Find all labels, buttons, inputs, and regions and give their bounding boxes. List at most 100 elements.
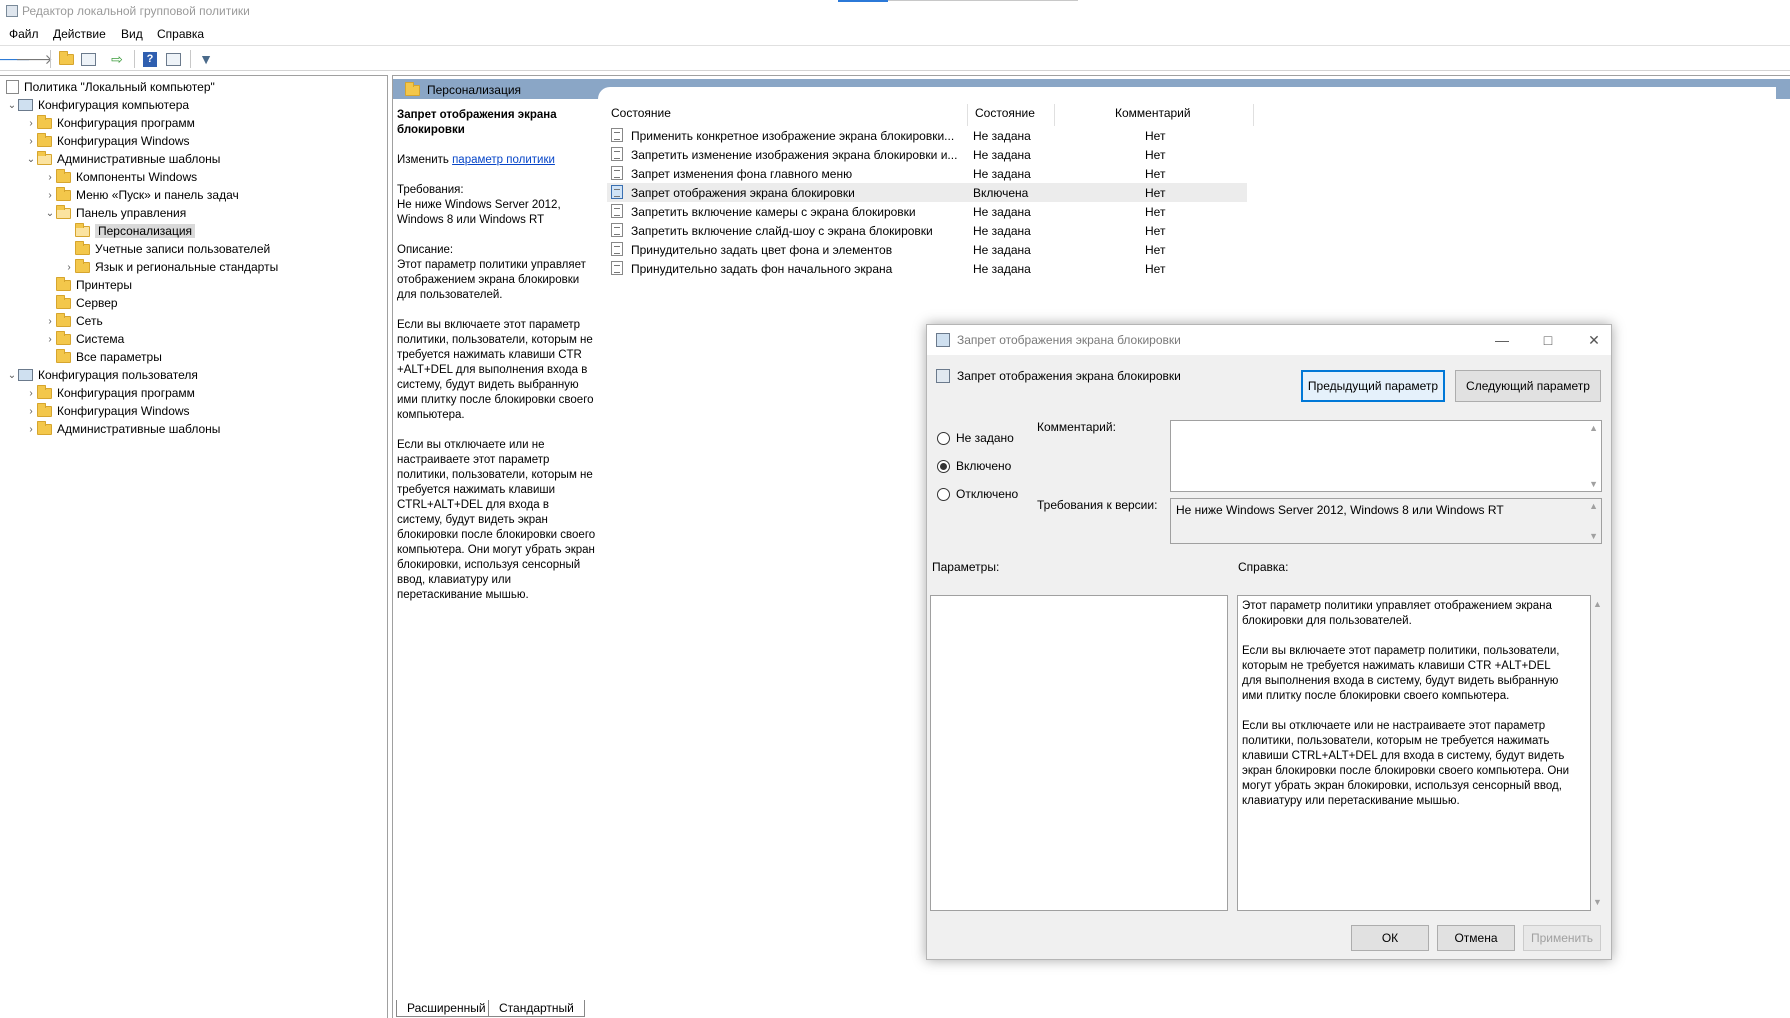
help-icon[interactable]: ? [141, 50, 159, 68]
scroll-up-icon[interactable]: ▲ [1593, 599, 1602, 609]
minimize-icon[interactable]: — [1487, 329, 1517, 351]
tree-item-uc-admin-templates[interactable]: › Административные шаблоны [25, 420, 220, 438]
properties-icon[interactable] [164, 50, 182, 68]
column-header-setting[interactable]: Состояние [611, 106, 671, 124]
user-config-icon [18, 369, 33, 381]
scroll-down-icon[interactable]: ▼ [1593, 897, 1602, 907]
chevron-right-icon[interactable]: › [44, 334, 56, 345]
tree-item-label: Политика "Локальный компьютер" [24, 80, 215, 94]
tree-item-uc-programs[interactable]: › Конфигурация программ [25, 384, 195, 402]
radio-circle[interactable] [937, 487, 950, 501]
radio-enabled[interactable]: Включено [937, 459, 1011, 473]
policy-row[interactable]: Применить конкретное изображение экрана … [607, 126, 1247, 145]
tree-item-label: Конфигурация программ [57, 116, 195, 130]
radio-not-configured[interactable]: Не задано [937, 431, 1014, 445]
policy-row[interactable]: Принудительно задать фон начального экра… [607, 259, 1247, 278]
extended-description: Запрет отображения экрана блокировки Изм… [397, 108, 597, 618]
tree-item-uc-windows[interactable]: › Конфигурация Windows [25, 402, 190, 420]
folder-icon [37, 402, 52, 417]
chevron-right-icon[interactable]: › [44, 172, 56, 183]
maximize-icon[interactable]: □ [1533, 329, 1563, 351]
chevron-right-icon[interactable]: › [44, 316, 56, 327]
menu-view[interactable]: Вид [121, 27, 143, 41]
cancel-button[interactable]: Отмена [1437, 925, 1515, 951]
filter-icon[interactable]: ▼ [197, 50, 215, 68]
tree-item-root[interactable]: Политика "Локальный компьютер" [6, 78, 215, 96]
scroll-down-icon[interactable]: ▼ [1589, 531, 1598, 541]
policy-row-selected[interactable]: Запрет отображения экрана блокировки Вкл… [607, 183, 1247, 202]
tree-item-label: Сервер [76, 296, 118, 310]
folder-icon [37, 420, 52, 435]
edit-policy-link[interactable]: параметр политики [452, 154, 555, 166]
column-header-state[interactable]: Состояние [975, 106, 1035, 124]
tree-item-all-settings[interactable]: Все параметры [44, 348, 162, 366]
tree-item-region-language[interactable]: › Язык и региональные стандарты [63, 258, 278, 276]
header-curve [598, 87, 1776, 99]
menu-help[interactable]: Справка [157, 27, 204, 41]
menu-bar: Файл Действие Вид Справка [0, 24, 1790, 44]
policy-state: Не задана [973, 147, 1031, 162]
requirements-label: Требования: [397, 184, 464, 196]
column-header-comment[interactable]: Комментарий [1115, 106, 1191, 124]
chevron-down-icon[interactable]: ⌄ [25, 154, 37, 165]
policy-row[interactable]: Запрет изменения фона главного меню Не з… [607, 164, 1247, 183]
column-separator[interactable] [1054, 104, 1055, 126]
console-tree-icon[interactable] [79, 50, 97, 68]
folder-icon [405, 82, 420, 96]
menu-file[interactable]: Файл [9, 27, 39, 41]
next-setting-button[interactable]: Следующий параметр [1455, 370, 1601, 402]
tree-item-computer-config[interactable]: ⌄ Конфигурация компьютера [6, 96, 189, 114]
apply-button[interactable]: Применить [1523, 925, 1601, 951]
close-icon[interactable]: ✕ [1579, 329, 1609, 351]
tree-item-label-selected: Персонализация [95, 224, 196, 238]
up-folder-icon[interactable] [57, 50, 75, 68]
chevron-down-icon[interactable]: ⌄ [6, 100, 18, 111]
tree-item-network[interactable]: › Сеть [44, 312, 103, 330]
column-separator[interactable] [1253, 104, 1254, 126]
policy-row[interactable]: Запретить включение слайд-шоу с экрана б… [607, 221, 1247, 240]
chevron-right-icon[interactable]: › [25, 136, 37, 147]
previous-setting-button[interactable]: Предыдущий параметр [1301, 370, 1445, 402]
forward-arrow-icon[interactable]: 🡒 [15, 50, 53, 68]
scroll-up-icon[interactable]: ▲ [1589, 501, 1598, 511]
tree-item-cc-admin-templates[interactable]: ⌄ Административные шаблоны [25, 150, 220, 168]
chevron-right-icon[interactable]: › [25, 388, 37, 399]
ok-button[interactable]: ОК [1351, 925, 1429, 951]
tree-item-user-accounts[interactable]: Учетные записи пользователей [63, 240, 270, 258]
requirements-value: Не ниже Windows Server 2012, Windows 8 и… [397, 199, 561, 226]
tree-item-control-panel[interactable]: ⌄ Панель управления [44, 204, 186, 222]
chevron-right-icon[interactable]: › [25, 406, 37, 417]
policy-row[interactable]: Запретить изменение изображения экрана б… [607, 145, 1247, 164]
tree-item-printers[interactable]: Принтеры [44, 276, 132, 294]
tree-item-cc-windows[interactable]: › Конфигурация Windows [25, 132, 190, 150]
tree-item-user-config[interactable]: ⌄ Конфигурация пользователя [6, 366, 198, 384]
chevron-down-icon[interactable]: ⌄ [6, 370, 18, 381]
comment-textarea[interactable]: ▲ ▼ [1170, 420, 1602, 492]
scroll-down-icon[interactable]: ▼ [1589, 479, 1598, 489]
chevron-right-icon[interactable]: › [44, 190, 56, 201]
radio-circle[interactable] [937, 431, 950, 445]
export-list-icon[interactable]: ⇨ [108, 50, 126, 68]
policy-row[interactable]: Запретить включение камеры с экрана блок… [607, 202, 1247, 221]
tree-item-cc-programs[interactable]: › Конфигурация программ [25, 114, 195, 132]
tree-item-start-menu[interactable]: › Меню «Пуск» и панель задач [44, 186, 239, 204]
column-separator[interactable] [967, 104, 968, 126]
chevron-right-icon[interactable]: › [25, 424, 37, 435]
chevron-right-icon[interactable]: › [25, 118, 37, 129]
titlebar-accent [838, 0, 888, 2]
tab-standard[interactable]: Стандартный [488, 1000, 585, 1017]
tree-item-system[interactable]: › Система [44, 330, 124, 348]
toolbar-separator [190, 50, 191, 68]
tree-item-server[interactable]: Сервер [44, 294, 118, 312]
tree-item-personalization[interactable]: Персонализация [63, 222, 196, 240]
chevron-right-icon[interactable]: › [63, 262, 75, 273]
tree-item-windows-components[interactable]: › Компоненты Windows [44, 168, 197, 186]
policy-comment: Нет [1145, 185, 1166, 200]
menu-action[interactable]: Действие [53, 27, 106, 41]
chevron-down-icon[interactable]: ⌄ [44, 208, 56, 219]
tab-extended[interactable]: Расширенный [396, 1000, 497, 1017]
policy-row[interactable]: Принудительно задать цвет фона и элемент… [607, 240, 1247, 259]
radio-disabled[interactable]: Отключено [937, 487, 1018, 501]
radio-circle-checked[interactable] [937, 459, 950, 473]
scroll-up-icon[interactable]: ▲ [1589, 423, 1598, 433]
